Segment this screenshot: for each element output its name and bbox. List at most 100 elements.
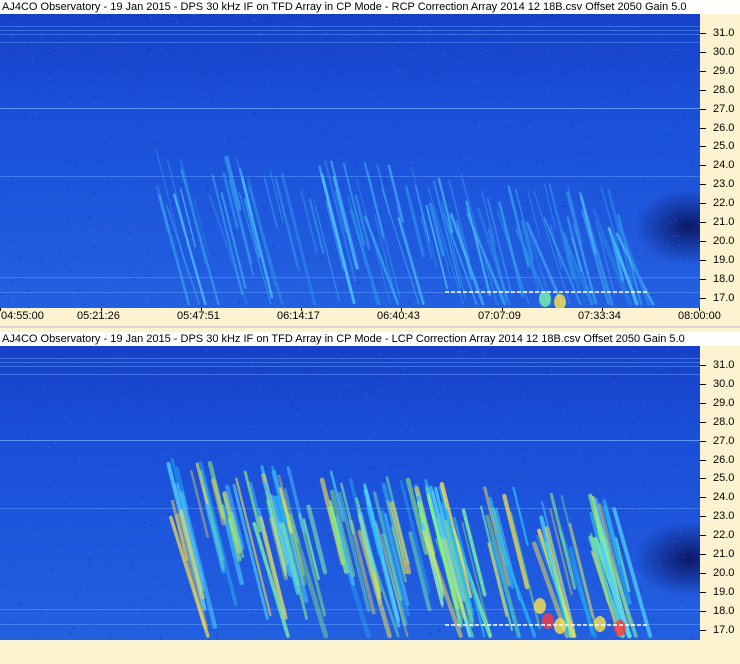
noise-speck bbox=[191, 180, 194, 182]
noise-speck bbox=[66, 471, 69, 473]
noise-speck bbox=[146, 563, 149, 565]
noise-speck bbox=[253, 348, 256, 350]
noise-speck bbox=[206, 142, 209, 144]
noise-speck bbox=[351, 385, 354, 387]
noise-speck bbox=[547, 593, 550, 595]
noise-speck bbox=[676, 235, 679, 237]
noise-speck bbox=[655, 236, 658, 238]
spectrogram-image bbox=[0, 347, 700, 640]
noise-speck bbox=[295, 454, 298, 456]
noise-speck bbox=[669, 222, 672, 224]
noise-speck bbox=[19, 258, 21, 260]
noise-speck bbox=[673, 547, 676, 549]
noise-speck bbox=[644, 125, 647, 127]
noise-speck bbox=[590, 429, 593, 430]
noise-speck bbox=[679, 438, 682, 440]
noise-speck bbox=[93, 192, 96, 194]
noise-speck bbox=[353, 606, 356, 608]
noise-speck bbox=[696, 151, 699, 153]
noise-speck bbox=[583, 145, 586, 147]
noise-speck bbox=[472, 60, 475, 62]
noise-speck bbox=[93, 384, 96, 386]
noise-speck bbox=[332, 564, 335, 566]
noise-speck bbox=[11, 36, 14, 37]
y-tick-label: 31.0 bbox=[713, 27, 735, 39]
noise-speck bbox=[52, 270, 55, 272]
noise-speck bbox=[391, 39, 394, 41]
noise-speck bbox=[460, 201, 463, 203]
noise-speck bbox=[541, 188, 544, 189]
noise-speck bbox=[571, 609, 573, 611]
noise-speck bbox=[688, 138, 691, 140]
noise-speck bbox=[666, 92, 669, 94]
noise-speck bbox=[271, 552, 274, 554]
noise-speck bbox=[68, 112, 71, 114]
noise-speck bbox=[548, 445, 551, 447]
noise-speck bbox=[613, 382, 615, 384]
noise-speck bbox=[223, 136, 226, 138]
y-tick-mark bbox=[700, 478, 706, 480]
interference-line bbox=[0, 374, 700, 375]
noise-speck bbox=[219, 277, 222, 279]
noise-speck bbox=[328, 586, 330, 588]
noise-speck bbox=[214, 372, 217, 374]
noise-speck bbox=[416, 99, 419, 101]
noise-speck bbox=[645, 95, 648, 97]
noise-speck bbox=[496, 350, 499, 352]
noise-speck bbox=[324, 472, 327, 474]
noise-speck bbox=[272, 245, 275, 247]
noise-speck bbox=[644, 115, 646, 117]
noise-speck bbox=[572, 432, 574, 434]
y-tick-mark bbox=[700, 516, 706, 518]
noise-speck bbox=[410, 431, 413, 432]
noise-speck bbox=[373, 226, 375, 227]
noise-speck bbox=[640, 522, 642, 524]
noise-speck bbox=[69, 257, 72, 259]
noise-speck bbox=[39, 615, 42, 617]
noise-speck bbox=[18, 196, 21, 198]
noise-speck bbox=[78, 394, 81, 396]
noise-speck bbox=[323, 135, 326, 137]
y-tick-label: 18.0 bbox=[713, 604, 735, 617]
noise-speck bbox=[482, 468, 484, 470]
noise-speck bbox=[252, 266, 254, 268]
noise-speck bbox=[650, 541, 653, 543]
noise-speck bbox=[54, 555, 57, 557]
noise-speck bbox=[141, 495, 144, 497]
noise-speck bbox=[285, 355, 288, 357]
noise-speck bbox=[66, 526, 69, 528]
noise-speck bbox=[272, 377, 275, 379]
noise-speck bbox=[654, 500, 657, 502]
noise-speck bbox=[474, 444, 477, 446]
noise-speck bbox=[606, 148, 609, 150]
noise-speck bbox=[377, 390, 380, 392]
noise-speck bbox=[173, 106, 176, 108]
noise-speck bbox=[484, 376, 487, 378]
noise-speck bbox=[17, 415, 19, 417]
noise-speck bbox=[273, 110, 276, 112]
noise-speck bbox=[157, 142, 160, 144]
noise-speck bbox=[114, 550, 116, 551]
noise-speck bbox=[602, 424, 605, 426]
noise-speck bbox=[391, 468, 394, 470]
interference-line bbox=[0, 176, 700, 177]
noise-speck bbox=[581, 209, 583, 210]
noise-speck bbox=[672, 540, 675, 542]
noise-speck bbox=[415, 584, 418, 586]
lcp-spectrogram[interactable] bbox=[0, 346, 700, 640]
noise-speck bbox=[151, 142, 154, 144]
noise-speck bbox=[520, 385, 522, 387]
burst-hotspot bbox=[594, 616, 606, 632]
noise-speck bbox=[400, 380, 403, 382]
noise-speck bbox=[357, 442, 359, 444]
noise-speck bbox=[132, 379, 135, 381]
noise-speck bbox=[480, 53, 483, 54]
rcp-spectrogram[interactable] bbox=[0, 14, 700, 308]
noise-speck bbox=[247, 157, 250, 159]
noise-speck bbox=[682, 117, 685, 119]
noise-speck bbox=[215, 636, 218, 638]
noise-speck bbox=[192, 147, 195, 149]
noise-speck bbox=[347, 356, 350, 358]
noise-speck bbox=[134, 62, 137, 64]
noise-speck bbox=[217, 111, 219, 112]
